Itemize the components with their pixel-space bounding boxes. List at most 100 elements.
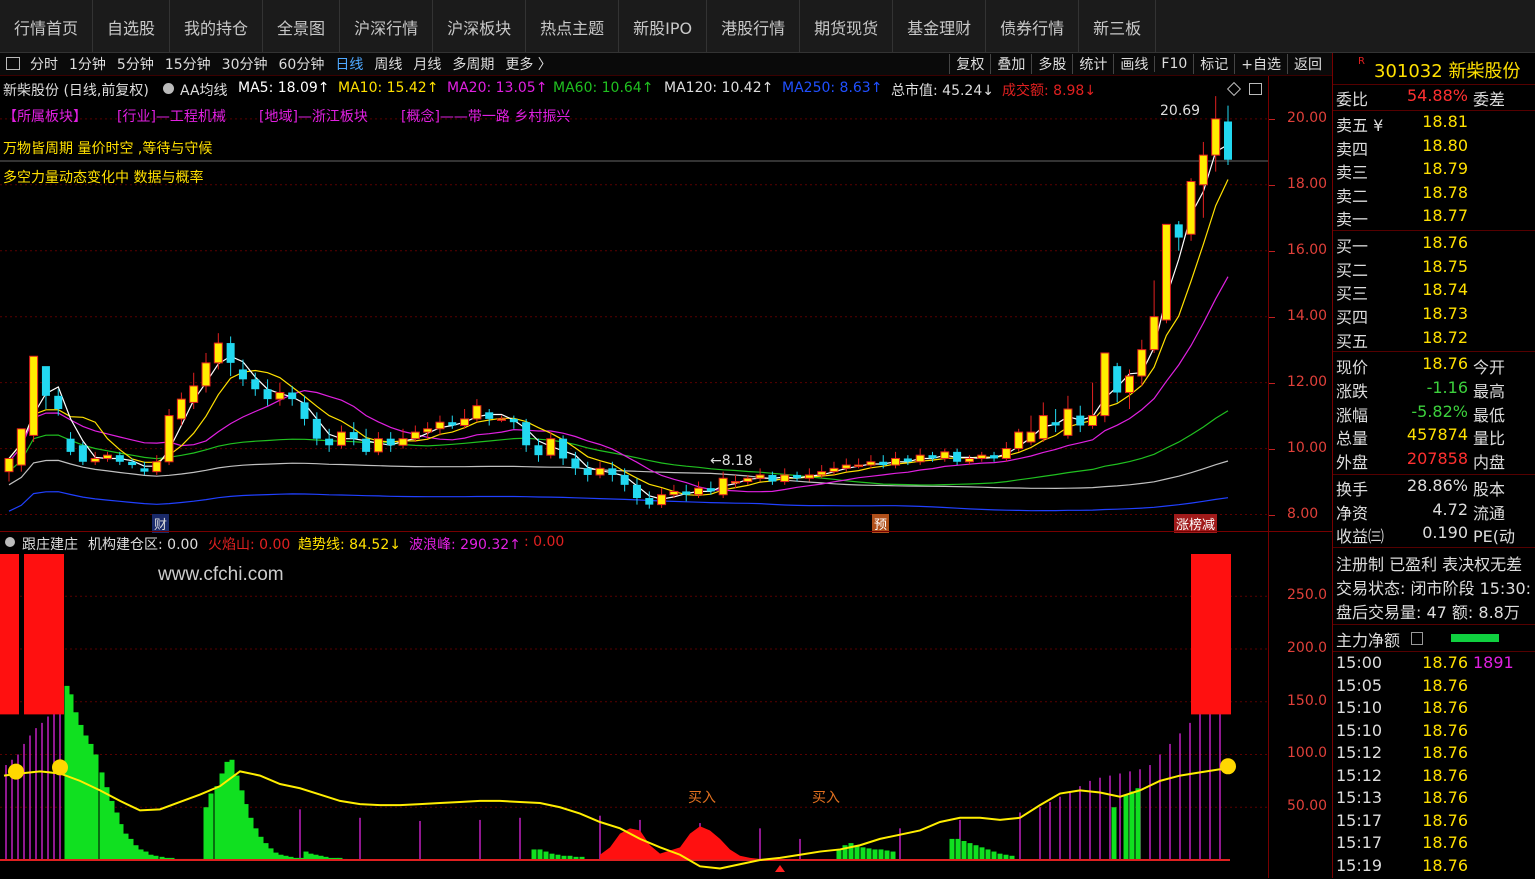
candle-body [928, 455, 937, 459]
tick-row-5: 15:12 18.76 [1333, 766, 1535, 789]
panel-toggle-icon[interactable] [6, 57, 20, 70]
candle-body [238, 369, 247, 380]
trend-bar [253, 828, 259, 860]
nav-tab-8[interactable]: 港股行情 [707, 0, 801, 52]
ma-label: AA均线 [180, 83, 228, 99]
buy-level-1: 买二 18.75 [1333, 257, 1535, 280]
nav-tab-5[interactable]: 沪深板块 [433, 0, 527, 52]
nav-tab-7[interactable]: 新股IPO [619, 0, 708, 52]
nav-tab-10[interactable]: 基金理财 [893, 0, 987, 52]
tool-button-4[interactable]: 画线 [1113, 54, 1154, 74]
tool-button-2[interactable]: 多股 [1031, 54, 1072, 74]
candle-body [743, 477, 753, 483]
candle-body [854, 464, 864, 468]
trend-bar [303, 851, 309, 860]
candle-body [632, 484, 641, 499]
period-tab-3[interactable]: 15分钟 [165, 54, 211, 74]
ma250-value: MA250: 8.63↑ [782, 80, 883, 96]
sell-level-3: 卖二 18.78 [1333, 183, 1535, 206]
period-tab-0[interactable]: 分时 [30, 54, 58, 74]
candle-body [140, 468, 149, 472]
tool-button-5[interactable]: F10 [1154, 56, 1193, 72]
nav-tab-6[interactable]: 热点主题 [526, 0, 620, 52]
candle-body [4, 457, 14, 473]
candle-body [755, 474, 765, 479]
ma120-value: MA120: 10.42↑ [664, 80, 774, 96]
slogan-line2: 多空力量动态变化中 数据与概率 [3, 170, 204, 186]
bolang-value: 波浪峰: 290.32↑ [409, 537, 521, 553]
list-icon[interactable] [1411, 632, 1423, 645]
market-cap: 总市值: 45.24↓ [891, 83, 994, 99]
period-tab-9[interactable]: 多周期 [452, 54, 494, 74]
ma20-line [8, 276, 1229, 493]
candle-body [694, 487, 704, 496]
candle-body [29, 355, 39, 436]
tool-button-8[interactable]: 返回 [1287, 54, 1328, 74]
stat-label: 现价 [1336, 358, 1369, 377]
period-tab-8[interactable]: 月线 [413, 54, 441, 74]
candle-body [115, 455, 124, 462]
price-tick-label: 20.00 [1287, 109, 1328, 126]
period-tab-7[interactable]: 周线 [374, 54, 402, 74]
candle-body [915, 454, 925, 463]
sector-label[interactable]: 【所属板块】 [3, 106, 87, 126]
tool-button-6[interactable]: 标记 [1193, 54, 1234, 74]
tick-time: 15:17 [1336, 810, 1383, 830]
main-net-bar [1451, 634, 1499, 642]
candle-body [78, 445, 87, 462]
trend-bar [1129, 791, 1135, 860]
candle-body [1186, 181, 1196, 235]
stat-label: 涨跌 [1336, 381, 1369, 401]
candle-body [1026, 431, 1036, 443]
nav-tab-4[interactable]: 沪深行情 [340, 0, 434, 52]
quote-panel: R 301032 新柴股份 委比 54.88% 委差 卖五 ¥ 18.81 卖四 18… [1332, 53, 1535, 878]
nav-tab-3[interactable]: 全景图 [263, 0, 341, 52]
slogan-line1: 万物皆周期 量价时空 ,等待与守候 [3, 141, 213, 157]
candle-body [645, 498, 654, 505]
indicator-tick-label: 200.0 [1287, 639, 1328, 656]
period-tab-2[interactable]: 5分钟 [117, 54, 154, 74]
stat-label: 总量 [1336, 429, 1369, 449]
tick-price: 18.76 [1422, 675, 1468, 695]
nav-tab-2[interactable]: 我的持仓 [170, 0, 264, 52]
buy-level-0: 买一 18.76 [1333, 233, 1535, 256]
tool-button-3[interactable]: 统计 [1072, 54, 1113, 74]
trend-bar [973, 845, 979, 860]
candle-body [226, 343, 235, 363]
indicator-settings-icon[interactable] [5, 537, 15, 547]
tick-row-4: 15:12 18.76 [1333, 743, 1535, 766]
nav-tab-11[interactable]: 债券行情 [986, 0, 1080, 52]
tool-button-1[interactable]: 叠加 [990, 54, 1031, 74]
nav-tab-1[interactable]: 自选股 [93, 0, 171, 52]
period-tab-4[interactable]: 30分钟 [222, 54, 268, 74]
candle-body [964, 457, 974, 463]
candle-body [410, 431, 420, 440]
candle-body [176, 398, 186, 420]
tick-time: 15:13 [1336, 788, 1383, 807]
qushi-value: 趋势线: 84.52↓ [298, 537, 401, 553]
candle-body [595, 467, 605, 476]
industry-tag[interactable]: [行业]—工程机械 [117, 106, 226, 126]
tool-button-7[interactable]: +自选 [1234, 54, 1287, 74]
ma10-line [8, 179, 1229, 496]
nav-tab-9[interactable]: 期货现货 [800, 0, 894, 52]
tick-time: 15:10 [1336, 720, 1383, 740]
settings-circle-icon[interactable] [163, 83, 174, 94]
trend-bar [214, 786, 220, 860]
concept-tag[interactable]: [概念]——带一路 乡村振兴 [401, 106, 570, 126]
nav-tab-0[interactable]: 行情首页 [0, 0, 94, 52]
trend-bar [949, 838, 955, 860]
period-tab-6[interactable]: 日线 [335, 54, 363, 74]
period-tab-1[interactable]: 1分钟 [69, 54, 106, 74]
period-tab-5[interactable]: 60分钟 [279, 54, 325, 74]
trend-bar [854, 845, 860, 860]
buy-level-4: 买五 18.72 [1333, 328, 1535, 351]
layout-icon[interactable] [1249, 83, 1262, 95]
tool-button-0[interactable]: 复权 [949, 54, 990, 74]
price-tick-label: 16.00 [1287, 241, 1328, 258]
nav-tab-12[interactable]: 新三板 [1079, 0, 1157, 52]
stat2-label: 换手 [1336, 480, 1369, 499]
period-tab-10[interactable]: 更多 〉 [505, 54, 551, 74]
candle-body [1100, 352, 1110, 417]
region-tag[interactable]: [地域]—浙江板块 [259, 106, 368, 126]
